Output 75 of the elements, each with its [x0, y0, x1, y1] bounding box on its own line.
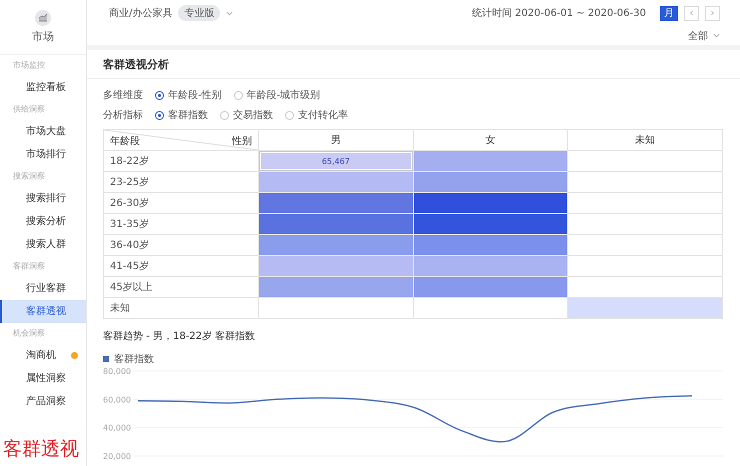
heatmap-cell[interactable]: [414, 256, 568, 276]
chevron-down-icon[interactable]: [226, 10, 234, 16]
radio-button[interactable]: [155, 90, 164, 100]
panel-title: 客群透视分析: [87, 50, 740, 79]
heatmap-cell[interactable]: [568, 298, 722, 318]
heatmap-cell[interactable]: [259, 214, 413, 234]
sidebar-title: 市场: [32, 29, 54, 44]
sidebar-item[interactable]: 市场大盘: [0, 120, 86, 143]
chart-icon: [35, 10, 51, 26]
row-header: 23-25岁: [104, 172, 258, 192]
y-axis-label: 40,000: [103, 424, 131, 433]
sidebar-item[interactable]: 行业客群: [0, 277, 86, 300]
period-label: 统计时间 2020-06-01 ~ 2020-06-30: [472, 6, 646, 20]
chevron-down-icon: [713, 33, 720, 38]
sidebar-item[interactable]: 产品洞察: [0, 390, 86, 413]
legend-swatch: [103, 356, 109, 362]
y-axis-label: 60,000: [103, 395, 131, 404]
month-button[interactable]: 月: [660, 6, 678, 20]
y-axis-label: 80,000: [103, 367, 131, 376]
edition-tag: 专业版: [178, 5, 220, 21]
column-header: 未知: [568, 130, 722, 150]
radio-label: 支付转化率: [298, 108, 348, 122]
filter-dropdown[interactable]: 全部: [688, 28, 720, 42]
heatmap-cell[interactable]: 65,467: [259, 151, 413, 171]
radio-option[interactable]: 支付转化率: [285, 108, 348, 122]
sidebar-item[interactable]: 淘商机: [0, 344, 86, 367]
radio-option[interactable]: 年龄段-城市级别: [234, 88, 320, 102]
sidebar-group-heading: 机会洞察: [12, 328, 46, 340]
radio-label: 客群指数: [168, 108, 208, 122]
heatmap-cell[interactable]: [259, 193, 413, 213]
heatmap-cell[interactable]: [259, 172, 413, 192]
sidebar-group-heading: 客群洞察: [12, 260, 46, 273]
sidebar-group-heading: 市场监控: [12, 60, 46, 72]
y-axis-label: 20,000: [103, 452, 131, 461]
filter-label: 多维维度: [103, 88, 143, 102]
row-header: 18-22岁: [104, 150, 258, 172]
sidebar-item[interactable]: 市场排行: [0, 143, 86, 166]
heatmap-cell[interactable]: [414, 277, 568, 297]
row-header: 36-40岁: [104, 234, 258, 256]
corner-header-cell: 年龄段 性别: [104, 130, 258, 150]
caption: 客群透视: [3, 437, 79, 462]
heatmap-cell[interactable]: [259, 277, 413, 297]
heatmap-cell[interactable]: [414, 172, 568, 192]
sidebar-item[interactable]: 监控看板: [0, 76, 86, 99]
row-header: 31-35岁: [104, 214, 258, 234]
radio-option[interactable]: 客群指数: [155, 108, 208, 122]
row-header: 45岁以上: [104, 276, 258, 298]
sidebar-item[interactable]: 搜索分析: [0, 210, 86, 233]
column-header: 男: [258, 130, 414, 150]
sidebar-item[interactable]: 搜索人群: [0, 233, 86, 256]
heatmap-cell[interactable]: [259, 256, 413, 276]
radio-option[interactable]: 交易指数: [220, 108, 273, 122]
row-header: 26-30岁: [104, 192, 258, 214]
heatmap-cell[interactable]: [259, 235, 413, 255]
heatmap-cell[interactable]: [414, 214, 568, 234]
heatmap-cell[interactable]: [414, 235, 568, 255]
legend-label: 客群指数: [114, 352, 154, 366]
radio-button[interactable]: [155, 110, 164, 120]
category-label: 商业/办公家具: [109, 6, 172, 20]
heatmap-cell[interactable]: [414, 193, 568, 213]
column-header: 女: [413, 130, 568, 150]
radio-label: 交易指数: [233, 108, 273, 122]
heatmap-cell[interactable]: [414, 151, 568, 171]
trend-title: 客群趋势 - 男，18-22岁 客群指数: [103, 330, 256, 343]
sidebar-group-heading: 供给洞察: [12, 104, 46, 116]
row-header: 41-45岁: [104, 256, 258, 276]
radio-label: 年龄段-城市级别: [246, 88, 320, 102]
sidebar-item[interactable]: 搜索排行: [0, 187, 86, 210]
radio-label: 年龄段-性别: [168, 88, 222, 102]
radio-option[interactable]: 年龄段-性别: [155, 88, 222, 102]
sidebar-item[interactable]: 客群透视: [0, 300, 86, 323]
row-header: 未知: [104, 298, 258, 318]
filter-label: 分析指标: [103, 108, 143, 122]
sidebar-item[interactable]: 属性洞察: [0, 367, 86, 390]
sidebar-group-heading: 搜索洞察: [12, 170, 46, 183]
